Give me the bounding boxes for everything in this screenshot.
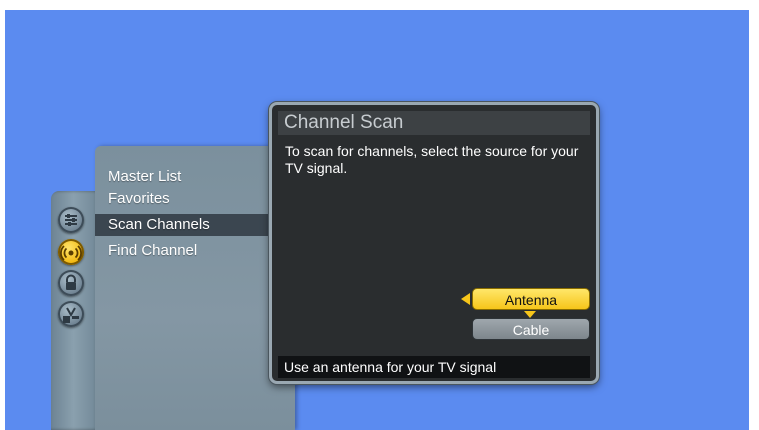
v-chip-icon[interactable] — [58, 301, 84, 327]
category-icon-rail — [51, 191, 101, 430]
selection-arrow-down-icon — [524, 311, 536, 318]
tv-screen: Master List Favorites Scan Channels Find… — [5, 10, 749, 430]
dialog-help-text: Use an antenna for your TV signal — [278, 356, 590, 378]
cable-option-button[interactable]: Cable — [472, 318, 590, 340]
antenna-option-button[interactable]: Antenna — [472, 288, 590, 310]
selection-arrow-left-icon — [461, 293, 470, 305]
menu-item-favorites[interactable]: Favorites — [95, 188, 275, 210]
menu-item-master-list[interactable]: Master List — [95, 166, 275, 188]
antenna-signal-icon[interactable] — [58, 239, 84, 265]
menu-item-scan-channels[interactable]: Scan Channels — [95, 214, 275, 236]
dialog-title: Channel Scan — [278, 111, 590, 135]
channel-scan-dialog: Channel Scan To scan for channels, selec… — [269, 102, 599, 384]
menu-item-find-channel[interactable]: Find Channel — [95, 240, 275, 262]
settings-icon[interactable] — [58, 207, 84, 233]
dialog-message: To scan for channels, select the source … — [285, 143, 579, 176]
channel-menu-panel: Master List Favorites Scan Channels Find… — [95, 146, 295, 430]
lock-icon[interactable] — [58, 270, 84, 296]
